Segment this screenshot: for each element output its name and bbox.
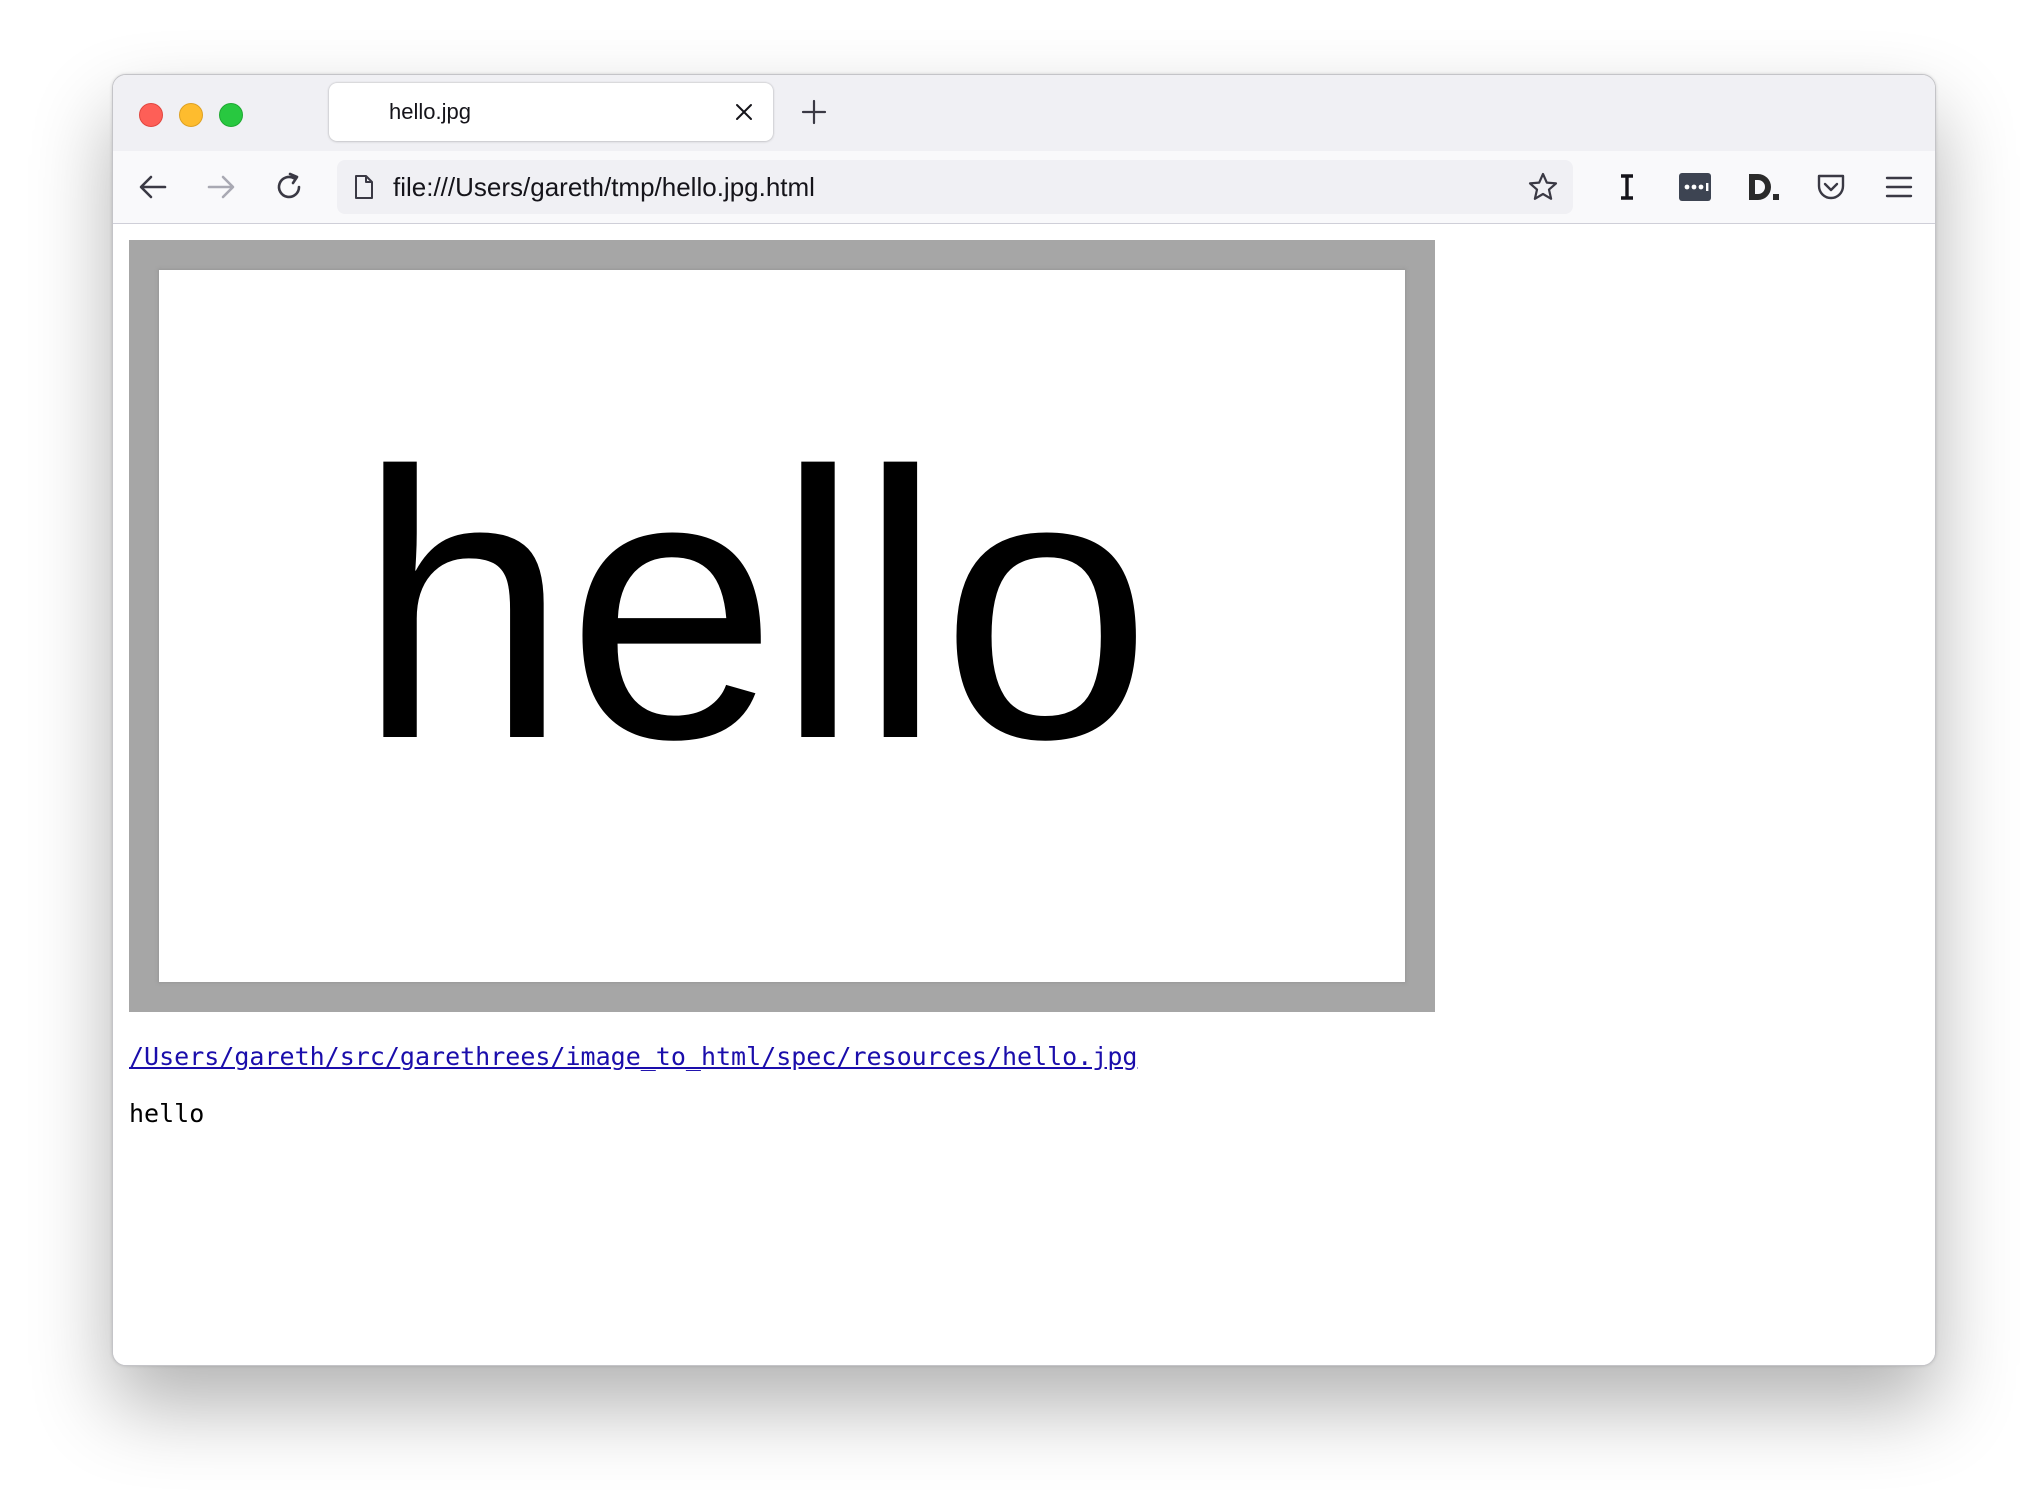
hello-image: hello <box>129 240 1435 1012</box>
url-text[interactable]: file:///Users/gareth/tmp/hello.jpg.html <box>393 160 815 214</box>
navigation-toolbar: file:///Users/gareth/tmp/hello.jpg.html <box>113 151 1935 224</box>
instapaper-icon[interactable] <box>1607 167 1647 207</box>
hamburger-menu-icon[interactable] <box>1879 167 1919 207</box>
arrow-left-icon[interactable] <box>135 169 171 205</box>
document-icon <box>355 175 373 199</box>
page-content: hello /Users/gareth/src/garethrees/image… <box>113 224 1935 1365</box>
star-icon[interactable] <box>1527 171 1559 203</box>
minimize-window-button[interactable] <box>179 103 203 127</box>
browser-window: hello.jpg file:///Users/gareth/tmp/hello… <box>112 74 1936 1366</box>
reload-icon[interactable] <box>271 169 307 205</box>
file-path-link[interactable]: /Users/gareth/src/garethrees/image_to_ht… <box>129 1042 1137 1071</box>
tab-hello-jpg[interactable]: hello.jpg <box>329 83 773 141</box>
close-icon[interactable] <box>733 101 755 123</box>
image-canvas: hello <box>159 270 1405 982</box>
arrow-right-icon[interactable] <box>203 169 239 205</box>
tab-title: hello.jpg <box>389 99 471 124</box>
close-window-button[interactable] <box>139 103 163 127</box>
title-bar: hello.jpg <box>113 75 1935 151</box>
zoom-window-button[interactable] <box>219 103 243 127</box>
image-text: hello <box>357 393 1152 818</box>
pocket-icon[interactable] <box>1811 167 1851 207</box>
d-logo-icon[interactable] <box>1743 167 1783 207</box>
image-caption: hello <box>129 1099 205 1128</box>
url-bar[interactable]: file:///Users/gareth/tmp/hello.jpg.html <box>337 160 1573 214</box>
ellipsis-box-icon[interactable] <box>1675 167 1715 207</box>
new-tab-plus-icon[interactable] <box>799 97 829 127</box>
